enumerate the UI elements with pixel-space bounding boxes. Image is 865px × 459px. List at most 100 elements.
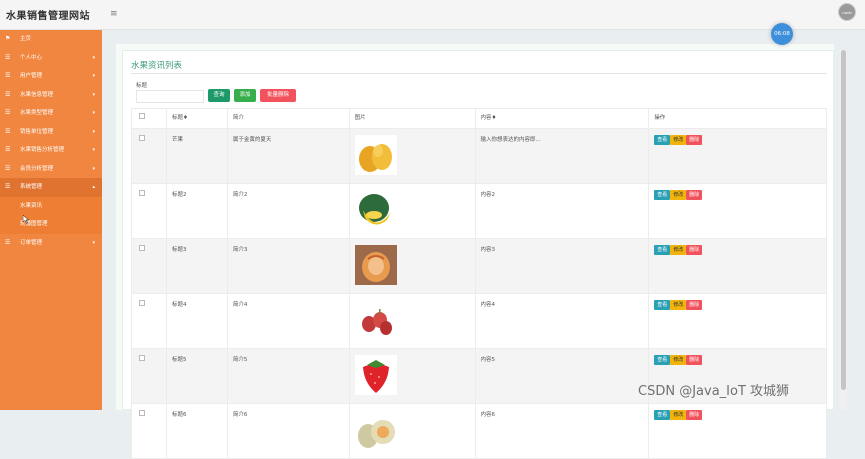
list-icon: ☰ [5, 183, 11, 190]
scrollbar-thumb[interactable] [841, 50, 846, 390]
row-checkbox[interactable] [139, 135, 145, 141]
mouse-cursor-icon [23, 215, 29, 224]
sidebar-item-sales-unit[interactable]: ☰ 销售单位管理 ▾ [0, 123, 102, 142]
delete-button[interactable]: 删除 [686, 190, 703, 200]
cell-content: 输入你想表达的内容即... [474, 128, 650, 184]
sidebar-item-sales-analysis[interactable]: ☰ 水果销售分析管理 ▾ [0, 141, 102, 160]
cell-title: 标题3 [165, 238, 228, 294]
edit-button[interactable]: 修改 [670, 355, 687, 365]
chevron-down-icon: ▾ [92, 128, 95, 135]
delete-button[interactable]: 删除 [686, 355, 703, 365]
edit-button[interactable]: 修改 [670, 190, 687, 200]
add-button[interactable]: 添加 [234, 89, 256, 102]
delete-button[interactable]: 删除 [686, 135, 703, 145]
view-button[interactable]: 查看 [654, 135, 671, 145]
cell-title: 芒果 [165, 128, 228, 184]
cell-title: 标题6 [165, 403, 228, 459]
avatar[interactable]: nwdn [838, 3, 856, 21]
cell-intro: 简介6 [226, 403, 350, 459]
top-bar: 水果销售管理网站 ≡ nwdn [0, 0, 865, 30]
sidebar-item-system[interactable]: ☰ 系统管理 ▴ [0, 178, 102, 197]
sidebar-item-home[interactable]: ⚑ 主页 [0, 30, 102, 49]
view-button[interactable]: 查看 [654, 300, 671, 310]
sidebar-item-orders[interactable]: ☰ 订单管理 ▾ [0, 234, 102, 253]
cell-actions: 查看 修改 删除 [648, 128, 827, 184]
query-button[interactable]: 查询 [208, 89, 230, 102]
chevron-down-icon: ▾ [92, 73, 95, 79]
chevron-down-icon: ▾ [92, 165, 95, 172]
row-select-cell[interactable] [131, 183, 167, 239]
sidebar-item-users[interactable]: ☰ 用户管理 ▾ [0, 67, 102, 86]
view-button[interactable]: 查看 [654, 355, 671, 365]
chevron-down-icon: ▾ [92, 147, 95, 153]
list-icon: ☰ [5, 90, 11, 98]
scrollbar[interactable] [840, 50, 847, 410]
row-checkbox[interactable] [139, 245, 145, 251]
select-all-checkbox[interactable] [139, 113, 145, 119]
row-checkbox[interactable] [139, 355, 145, 361]
cell-title: 标题4 [165, 293, 228, 349]
view-button[interactable]: 查看 [654, 245, 671, 255]
view-button[interactable]: 查看 [654, 410, 671, 420]
cell-image [348, 183, 476, 239]
cell-title: 标题2 [165, 183, 228, 239]
row-checkbox[interactable] [139, 300, 145, 306]
sidebar-item-fruit-info[interactable]: ☰ 水果信息管理 ▾ [0, 86, 102, 105]
cell-image [348, 348, 476, 404]
search-label: 标题 [136, 83, 148, 89]
sidebar-item-member-analysis[interactable]: ☰ 会员分析管理 ▾ [0, 160, 102, 179]
table-row: 标题4 简介4 内容4 查看 修改 删除 [131, 293, 827, 349]
row-checkbox[interactable] [139, 190, 145, 196]
delete-button[interactable]: 删除 [686, 300, 703, 310]
chevron-up-icon: ▴ [92, 184, 95, 190]
cell-actions: 查看 修改 删除 [648, 403, 827, 459]
list-icon: ☰ [5, 109, 11, 116]
fruit-image [354, 245, 397, 287]
sidebar-item-fruit-type[interactable]: ☰ 水果类型管理 ▾ [0, 104, 102, 123]
fruit-image [354, 190, 397, 232]
cell-title: 标题5 [165, 348, 228, 404]
chevron-down-icon: ▾ [92, 110, 95, 116]
cell-intro: 属于金黄的夏天 [226, 128, 350, 184]
column-header-actions: 操作 [648, 108, 827, 129]
row-checkbox[interactable] [139, 410, 145, 416]
delete-button[interactable]: 删除 [686, 245, 703, 255]
news-list-panel: 水果资讯列表 标题 查询 添加 批量删除 标题♦ 简介 图片 内容♦ 操作 芒果… [122, 50, 834, 459]
table-row: 芒果 属于金黄的夏天 输入你想表达的内容即... 查看 修改 删除 [131, 128, 827, 184]
delete-button[interactable]: 删除 [686, 410, 703, 420]
row-select-cell[interactable] [131, 348, 167, 404]
table-header-row: 标题♦ 简介 图片 内容♦ 操作 [131, 108, 827, 129]
sidebar-item-profile[interactable]: ☰ 个人中心 ▾ [0, 49, 102, 68]
edit-button[interactable]: 修改 [670, 410, 687, 420]
cell-intro: 简介5 [226, 348, 350, 404]
edit-button[interactable]: 修改 [670, 135, 687, 145]
sidebar-subitem-carousel[interactable]: 轮播图管理 [0, 215, 102, 234]
view-button[interactable]: 查看 [654, 190, 671, 200]
cell-actions: 查看 修改 删除 [648, 293, 827, 349]
chevron-down-icon: ▾ [92, 91, 95, 98]
column-header-title[interactable]: 标题♦ [165, 108, 228, 129]
column-header-content[interactable]: 内容♦ [474, 108, 650, 129]
list-icon: ☰ [5, 238, 11, 246]
flag-icon: ⚑ [5, 35, 11, 42]
row-select-cell[interactable] [131, 238, 167, 294]
list-icon: ☰ [5, 53, 11, 61]
list-icon: ☰ [5, 164, 11, 172]
edit-button[interactable]: 修改 [670, 245, 687, 255]
row-select-cell[interactable] [131, 293, 167, 349]
hamburger-icon[interactable]: ≡ [110, 9, 118, 19]
cell-content: 内容4 [474, 293, 650, 349]
select-all-cell[interactable] [131, 108, 167, 129]
clock-badge: 06:08 [771, 23, 793, 45]
cell-intro: 简介3 [226, 238, 350, 294]
row-select-cell[interactable] [131, 403, 167, 459]
search-input[interactable] [136, 90, 204, 103]
edit-button[interactable]: 修改 [670, 300, 687, 310]
cell-image [348, 238, 476, 294]
sidebar-subitem-fruit-news[interactable]: 水果资讯 [0, 196, 102, 215]
batch-delete-button[interactable]: 批量删除 [260, 89, 296, 102]
row-select-cell[interactable] [131, 128, 167, 184]
column-header-intro: 简介 [226, 108, 350, 129]
table-row: 标题3 简介3 内容3 查看 修改 删除 [131, 238, 827, 294]
cell-image [348, 128, 476, 184]
